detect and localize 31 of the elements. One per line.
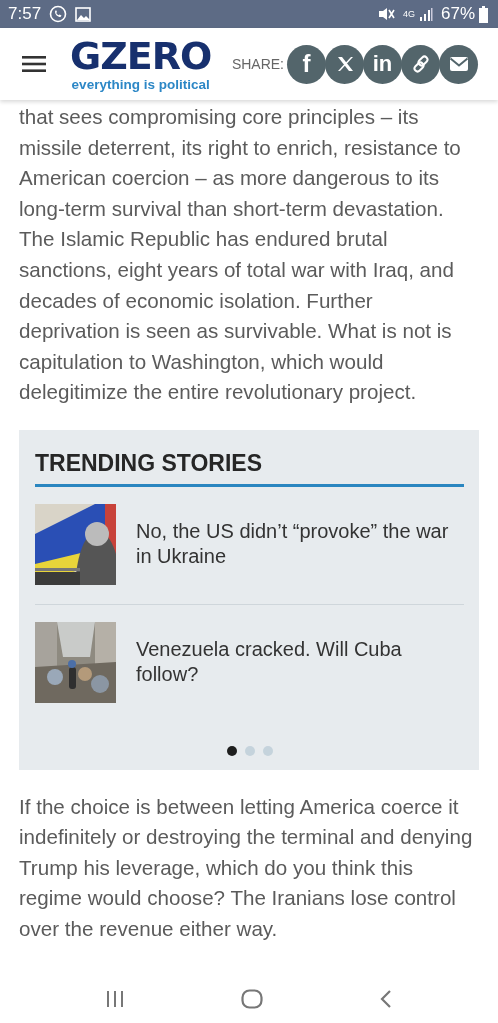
menu-button[interactable]	[22, 55, 46, 73]
battery-level: 67%	[440, 3, 475, 26]
section-heading: TRENDING STORIES	[35, 449, 464, 487]
mute-icon	[376, 6, 395, 22]
copy-link-button[interactable]	[401, 44, 440, 84]
tagline: everything is political	[71, 77, 210, 92]
home-icon[interactable]	[241, 989, 263, 1009]
mail-icon	[448, 54, 469, 74]
carousel-dot[interactable]	[244, 745, 255, 756]
share-label: SHARE:	[231, 54, 284, 74]
image-icon	[75, 6, 92, 22]
x-share-button[interactable]	[325, 44, 364, 84]
email-button[interactable]	[439, 44, 478, 84]
article-paragraph: that sees compromising core principles – its missile deterrent, its right to enrich, resistance to American coercion – as more dangerous to its long-term survival than short-term devastation. The Islamic Republic has endured brutal sanctions, eight years of total war with Iraq, and decades of economic isolation. Further deprivation is seen as survivable. What is not is capitulation to Washington, which would delegitimize the entire revolutionary project.	[19, 104, 462, 406]
logo[interactable]: GZERO	[70, 36, 212, 75]
linkedin-button[interactable]: in	[363, 44, 402, 84]
back-icon[interactable]	[379, 989, 392, 1009]
network-label: 4G	[402, 9, 415, 19]
story-link[interactable]: No, the US didn’t “provoke” the war in Ukraine	[136, 518, 464, 570]
signal-icon	[418, 7, 433, 21]
facebook-button[interactable]: f	[287, 44, 326, 84]
clock-time: 7:57	[8, 3, 42, 26]
battery-icon	[479, 5, 488, 23]
recent-apps-icon[interactable]	[106, 990, 125, 1008]
article-paragraph: If the choice is between letting America coerce it indefinitely or destroying the terminal and denying Trump his leverage, which do you think this regime would choose? The Iranians lose control over the revenue either way.	[19, 793, 474, 942]
link-icon	[410, 54, 431, 74]
menu-icon	[22, 55, 46, 73]
chat-icon	[49, 5, 68, 23]
story-link[interactable]: Venezuela cracked. Will Cuba follow?	[136, 636, 464, 688]
carousel-dot[interactable]	[262, 745, 273, 756]
carousel-dot[interactable]	[226, 745, 237, 756]
